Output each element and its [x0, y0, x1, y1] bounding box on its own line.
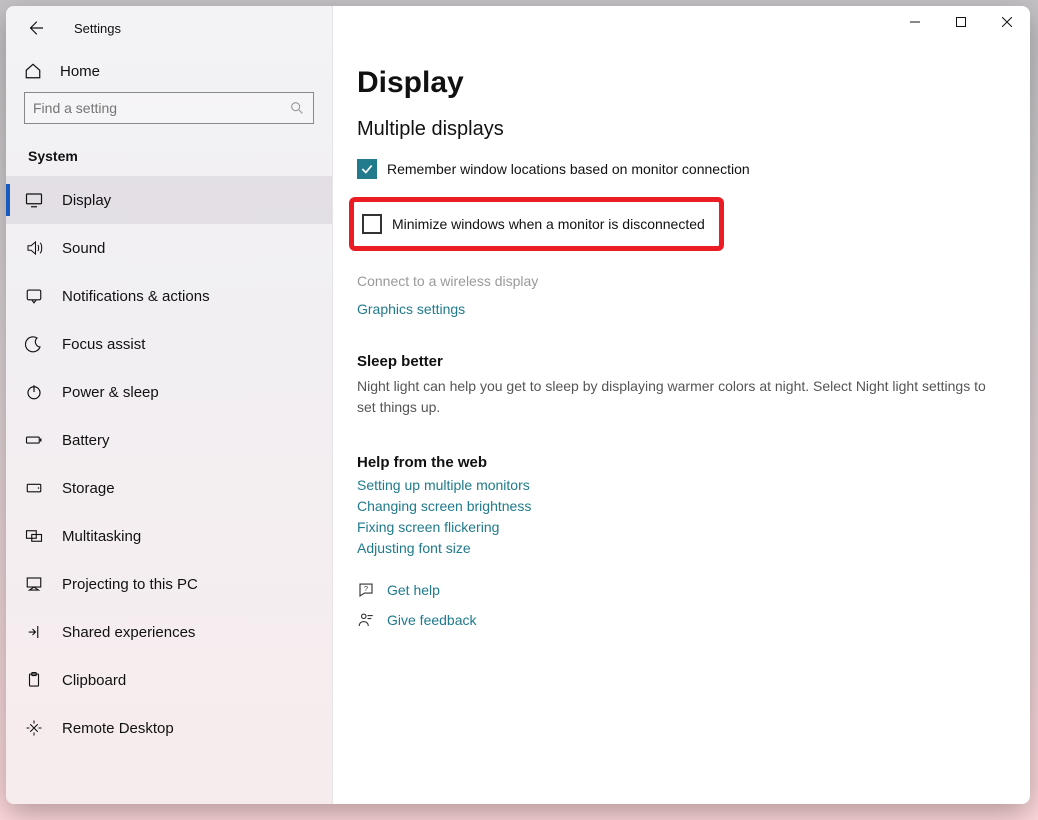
- graphics-settings-link[interactable]: Graphics settings: [357, 301, 1006, 317]
- nav-remote-desktop[interactable]: Remote Desktop: [6, 704, 332, 752]
- help-link[interactable]: Adjusting font size: [357, 540, 1006, 556]
- nav-multitasking[interactable]: Multitasking: [6, 512, 332, 560]
- battery-icon: [24, 431, 44, 449]
- nav-label: Battery: [62, 432, 110, 449]
- minimize-on-disconnect-label: Minimize windows when a monitor is disco…: [392, 216, 705, 232]
- remote-desktop-icon: [24, 719, 44, 737]
- display-icon: [24, 191, 44, 209]
- get-help-link[interactable]: Get help: [387, 582, 440, 598]
- page-title: Display: [357, 66, 1006, 100]
- nav-label: Display: [62, 192, 111, 209]
- search-wrap: [6, 92, 332, 140]
- sleep-body: Night light can help you get to sleep by…: [357, 376, 997, 418]
- nav-projecting[interactable]: Projecting to this PC: [6, 560, 332, 608]
- nav-list: Display Sound Notifications & actions Fo…: [6, 176, 332, 752]
- nav-label: Remote Desktop: [62, 720, 174, 737]
- nav-notifications[interactable]: Notifications & actions: [6, 272, 332, 320]
- nav-label: Focus assist: [62, 336, 145, 353]
- shared-icon: [24, 623, 44, 641]
- category-label: System: [6, 140, 332, 176]
- sleep-heading: Sleep better: [357, 353, 1006, 370]
- nav-display[interactable]: Display: [6, 176, 332, 224]
- help-link[interactable]: Fixing screen flickering: [357, 519, 1006, 535]
- minimize-on-disconnect-checkbox[interactable]: [362, 214, 382, 234]
- sound-icon: [24, 239, 44, 257]
- storage-icon: [24, 479, 44, 497]
- maximize-button[interactable]: [938, 6, 984, 38]
- home-label: Home: [60, 63, 100, 80]
- settings-window: Settings Home System Display: [6, 6, 1030, 804]
- nav-label: Power & sleep: [62, 384, 159, 401]
- multitasking-icon: [24, 527, 44, 545]
- header-row: Settings: [6, 6, 332, 50]
- minimize-button[interactable]: [892, 6, 938, 38]
- home-icon: [24, 62, 44, 80]
- nav-label: Shared experiences: [62, 624, 195, 641]
- footer-links: ? Get help Give feedback: [357, 578, 1006, 632]
- nav-label: Storage: [62, 480, 115, 497]
- svg-text:?: ?: [364, 584, 368, 593]
- feedback-icon: [357, 611, 379, 629]
- remember-locations-label: Remember window locations based on monit…: [387, 161, 750, 177]
- minimize-on-disconnect-row[interactable]: Minimize windows when a monitor is disco…: [362, 214, 705, 234]
- nav-label: Sound: [62, 240, 105, 257]
- highlighted-option: Minimize windows when a monitor is disco…: [349, 197, 724, 251]
- projecting-icon: [24, 575, 44, 593]
- focus-assist-icon: [24, 335, 44, 353]
- help-icon: ?: [357, 581, 379, 599]
- search-box[interactable]: [24, 92, 314, 124]
- search-icon: [289, 100, 305, 116]
- help-heading: Help from the web: [357, 454, 1006, 471]
- help-link[interactable]: Setting up multiple monitors: [357, 477, 1006, 493]
- nav-shared-experiences[interactable]: Shared experiences: [6, 608, 332, 656]
- power-icon: [24, 383, 44, 401]
- nav-clipboard[interactable]: Clipboard: [6, 656, 332, 704]
- remember-locations-checkbox[interactable]: [357, 159, 377, 179]
- nav-power-sleep[interactable]: Power & sleep: [6, 368, 332, 416]
- notifications-icon: [24, 287, 44, 305]
- search-input[interactable]: [25, 94, 313, 122]
- nav-storage[interactable]: Storage: [6, 464, 332, 512]
- remember-locations-row[interactable]: Remember window locations based on monit…: [357, 159, 1006, 179]
- get-help-row[interactable]: ? Get help: [357, 578, 1006, 602]
- help-links: Setting up multiple monitors Changing sc…: [357, 477, 1006, 556]
- give-feedback-row[interactable]: Give feedback: [357, 608, 1006, 632]
- nav-label: Projecting to this PC: [62, 576, 198, 593]
- sidebar: Settings Home System Display: [6, 6, 333, 804]
- help-link[interactable]: Changing screen brightness: [357, 498, 1006, 514]
- nav-label: Notifications & actions: [62, 288, 210, 305]
- nav-battery[interactable]: Battery: [6, 416, 332, 464]
- close-button[interactable]: [984, 6, 1030, 38]
- main-content: Display Multiple displays Remember windo…: [333, 6, 1030, 804]
- app-title: Settings: [74, 21, 121, 36]
- back-button[interactable]: [20, 13, 50, 43]
- wireless-display-link[interactable]: Connect to a wireless display: [357, 273, 1006, 289]
- clipboard-icon: [24, 671, 44, 689]
- nav-label: Clipboard: [62, 672, 126, 689]
- nav-label: Multitasking: [62, 528, 141, 545]
- home-nav[interactable]: Home: [6, 50, 332, 92]
- window-controls: [892, 6, 1030, 38]
- give-feedback-link[interactable]: Give feedback: [387, 612, 477, 628]
- nav-sound[interactable]: Sound: [6, 224, 332, 272]
- nav-focus-assist[interactable]: Focus assist: [6, 320, 332, 368]
- section-title: Multiple displays: [357, 118, 1006, 141]
